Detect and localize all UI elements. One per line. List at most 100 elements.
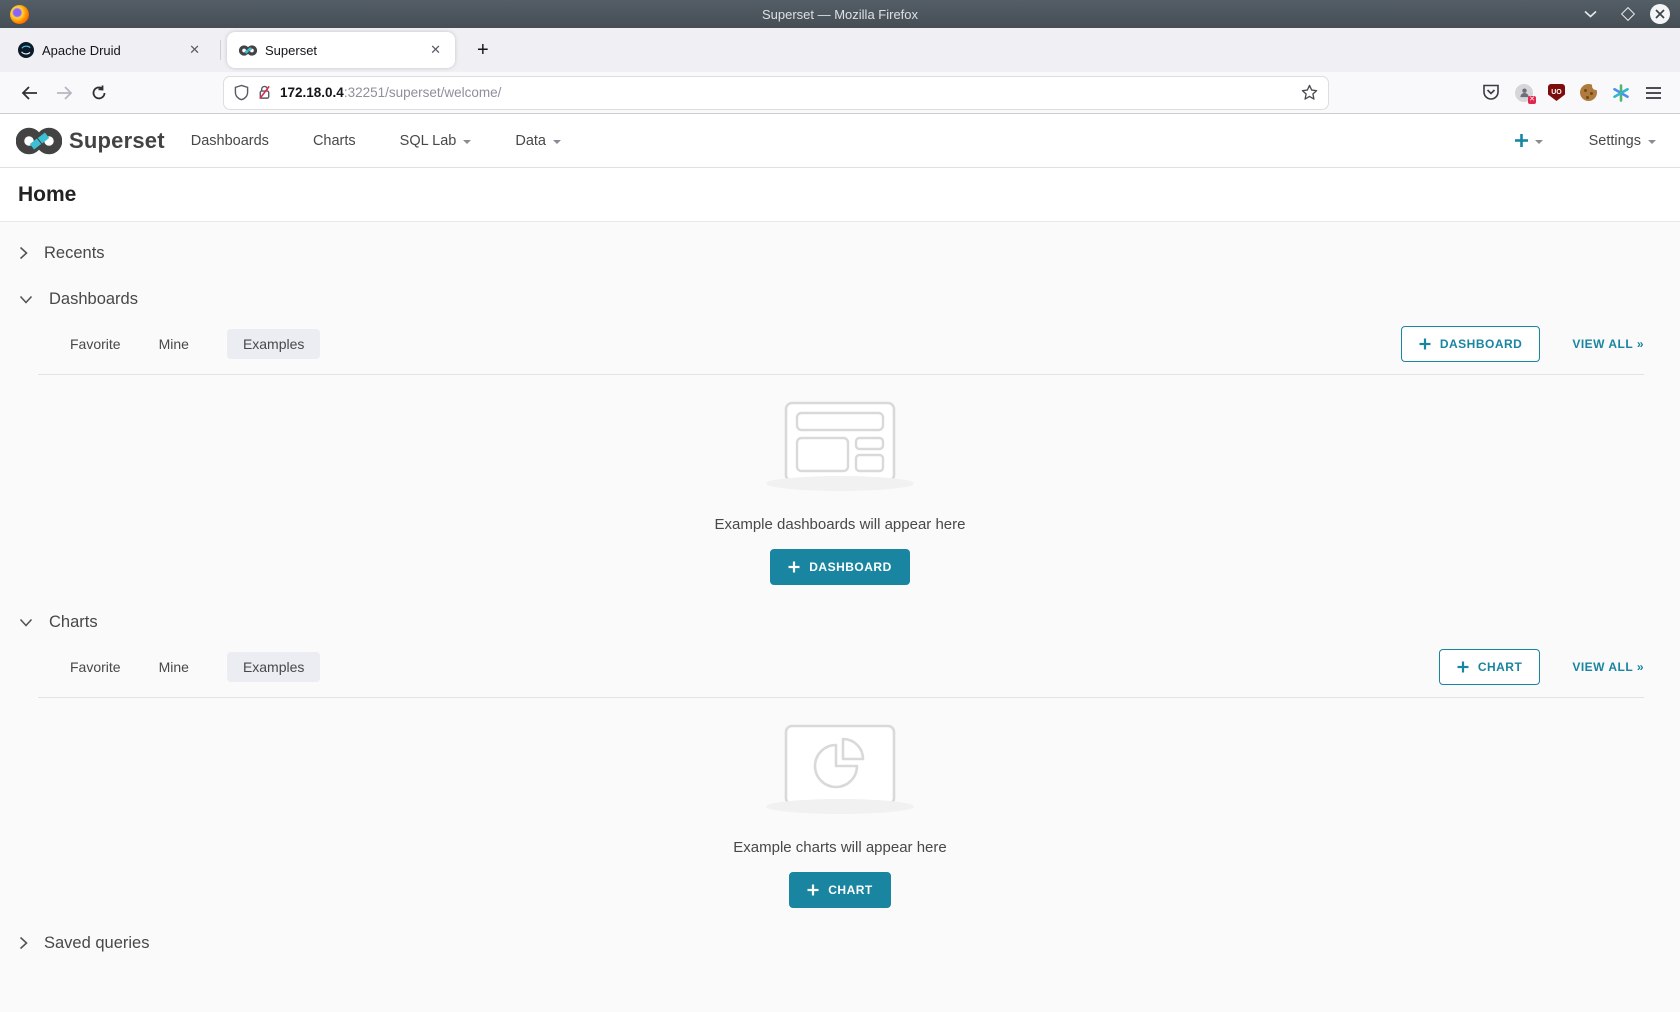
section-label: Saved queries	[44, 934, 150, 953]
chevron-right-icon	[19, 246, 28, 260]
chevron-down-icon	[19, 618, 33, 627]
caret-down-icon	[553, 140, 561, 144]
section-label: Recents	[44, 244, 105, 263]
page-header: Home	[0, 168, 1680, 222]
tab-mine[interactable]: Mine	[159, 329, 189, 359]
tab-favorite[interactable]: Favorite	[70, 329, 121, 359]
section-label: Charts	[49, 613, 98, 632]
section-recents[interactable]: Recents	[0, 230, 1680, 276]
button-label: CHART	[828, 883, 873, 897]
account-extension-icon[interactable]: ✕	[1515, 84, 1533, 102]
superset-logo[interactable]: Superset	[16, 125, 165, 157]
nav-item-label: Dashboards	[191, 133, 269, 149]
superset-favicon	[239, 44, 257, 57]
window-maximize-button[interactable]	[1621, 7, 1635, 21]
insecure-lock-icon[interactable]	[257, 84, 272, 101]
tab-examples[interactable]: Examples	[227, 652, 320, 682]
plus-icon	[1514, 133, 1529, 148]
superset-infinity-icon	[16, 125, 62, 157]
button-label: DASHBOARD	[809, 560, 892, 574]
multi-account-containers-icon[interactable]	[1612, 84, 1630, 102]
section-label: Dashboards	[49, 290, 138, 309]
pocket-icon[interactable]	[1482, 84, 1500, 101]
url-path: :32251/superset/welcome/	[344, 85, 502, 100]
charts-sub-toolbar: Favorite Mine Examples CHART VIEW ALL »	[0, 649, 1680, 685]
reload-button[interactable]	[82, 80, 116, 106]
shield-icon[interactable]	[234, 84, 249, 101]
empty-state-text: Example charts will appear here	[733, 839, 946, 856]
tab-close-icon[interactable]: ✕	[428, 42, 443, 58]
back-button[interactable]	[12, 81, 47, 105]
caret-down-icon	[463, 140, 471, 144]
nav-item-label: SQL Lab	[400, 133, 457, 149]
tab-favorite[interactable]: Favorite	[70, 652, 121, 682]
section-dashboards[interactable]: Dashboards	[0, 276, 1680, 322]
cookie-extension-icon[interactable]	[1580, 84, 1597, 101]
brand-name: Superset	[69, 128, 165, 154]
tab-label: Superset	[265, 43, 420, 58]
bookmark-star-icon[interactable]	[1301, 84, 1318, 101]
welcome-content: Recents Dashboards Favorite Mine Example…	[0, 230, 1680, 968]
nav-item-sql-lab[interactable]: SQL Lab	[400, 133, 472, 149]
druid-favicon	[18, 42, 34, 58]
plus-icon	[1457, 661, 1469, 673]
forward-button[interactable]	[47, 81, 82, 105]
plus-icon	[1419, 338, 1431, 350]
settings-label: Settings	[1589, 133, 1641, 149]
nav-item-data[interactable]: Data	[515, 133, 561, 149]
window-title: Superset — Mozilla Firefox	[0, 7, 1680, 22]
browser-tab-strip: Apache Druid ✕ Superset ✕ +	[0, 28, 1680, 72]
extension-error-badge: ✕	[1528, 96, 1536, 104]
url-host: 172.18.0.4	[280, 85, 344, 100]
tab-superset[interactable]: Superset ✕	[227, 32, 455, 68]
nav-item-charts[interactable]: Charts	[313, 133, 356, 149]
empty-dashboard-icon	[784, 401, 896, 483]
menu-hamburger-icon[interactable]	[1645, 86, 1662, 100]
dashboards-sub-toolbar: Favorite Mine Examples DASHBOARD VIEW AL…	[0, 326, 1680, 362]
new-chart-button[interactable]: CHART	[1439, 649, 1541, 685]
settings-menu[interactable]: Settings	[1589, 133, 1656, 149]
plus-icon	[807, 884, 819, 896]
window-titlebar: Superset — Mozilla Firefox	[0, 0, 1680, 28]
section-saved-queries[interactable]: Saved queries	[0, 920, 1680, 966]
chevron-right-icon	[19, 936, 28, 950]
create-dashboard-button[interactable]: DASHBOARD	[770, 549, 910, 585]
button-label: DASHBOARD	[1440, 337, 1523, 351]
empty-chart-icon	[784, 724, 896, 806]
caret-down-icon	[1535, 140, 1543, 144]
superset-navbar: Superset Dashboards Charts SQL Lab Data …	[0, 114, 1680, 168]
empty-state-shadow	[766, 476, 914, 491]
button-label: CHART	[1478, 660, 1523, 674]
tab-separator	[220, 40, 221, 60]
view-all-dashboards-link[interactable]: VIEW ALL »	[1572, 337, 1644, 351]
nav-item-label: Charts	[313, 133, 356, 149]
new-item-menu[interactable]	[1514, 133, 1543, 148]
empty-state-shadow	[766, 799, 914, 814]
nav-item-label: Data	[515, 133, 546, 149]
window-minimize-button[interactable]	[1575, 5, 1606, 23]
plus-icon	[788, 561, 800, 573]
section-charts[interactable]: Charts	[0, 599, 1680, 645]
browser-toolbar: 172.18.0.4:32251/superset/welcome/ ✕ UO	[0, 72, 1680, 114]
view-all-charts-link[interactable]: VIEW ALL »	[1572, 660, 1644, 674]
page-title: Home	[18, 183, 1662, 207]
tab-mine[interactable]: Mine	[159, 652, 189, 682]
tab-examples[interactable]: Examples	[227, 329, 320, 359]
new-tab-button[interactable]: +	[469, 36, 497, 64]
firefox-icon	[10, 5, 29, 24]
chevron-down-icon	[19, 295, 33, 304]
nav-item-dashboards[interactable]: Dashboards	[191, 133, 269, 149]
dashboards-empty-state: Example dashboards will appear here DASH…	[0, 375, 1680, 585]
create-chart-button[interactable]: CHART	[789, 872, 891, 908]
caret-down-icon	[1648, 140, 1656, 144]
tab-apache-druid[interactable]: Apache Druid ✕	[6, 32, 214, 68]
url-text[interactable]: 172.18.0.4:32251/superset/welcome/	[280, 85, 1293, 100]
tab-label: Apache Druid	[42, 43, 179, 58]
url-bar[interactable]: 172.18.0.4:32251/superset/welcome/	[224, 77, 1328, 109]
tab-close-icon[interactable]: ✕	[187, 42, 202, 58]
empty-state-text: Example dashboards will appear here	[715, 516, 966, 533]
new-dashboard-button[interactable]: DASHBOARD	[1401, 326, 1541, 362]
window-close-button[interactable]	[1650, 4, 1670, 24]
ublock-origin-icon[interactable]: UO	[1548, 84, 1565, 101]
charts-empty-state: Example charts will appear here CHART	[0, 698, 1680, 908]
